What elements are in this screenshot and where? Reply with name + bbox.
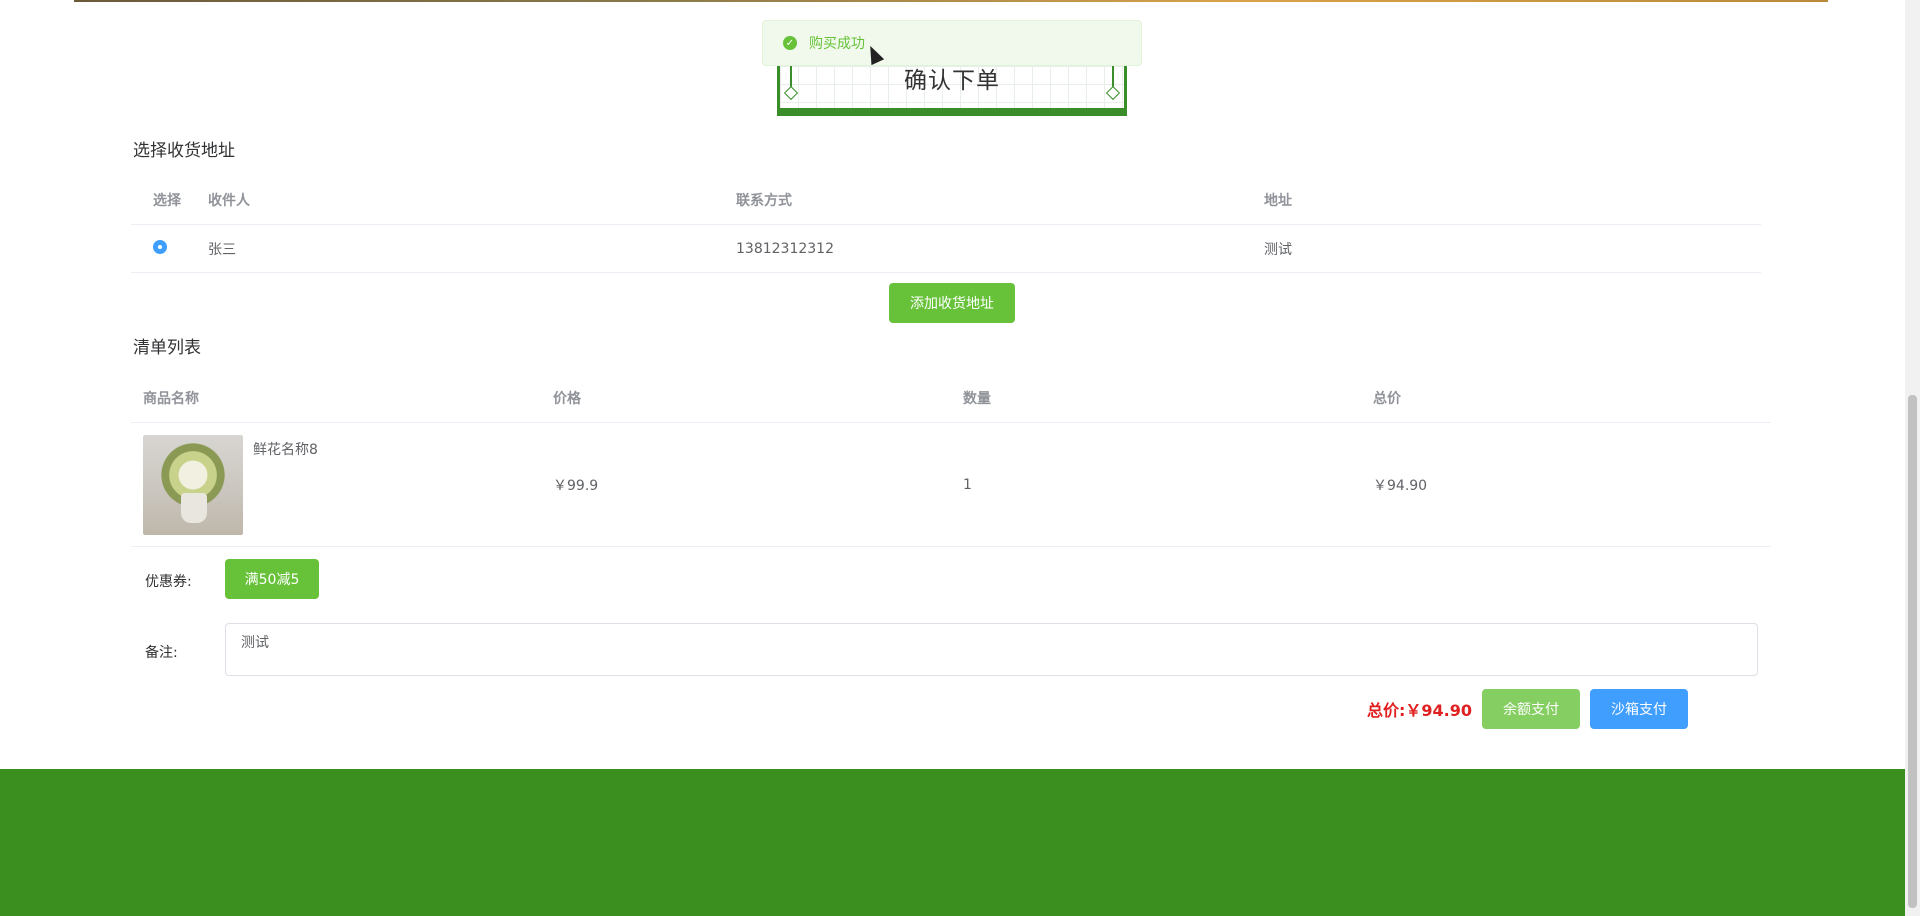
address-section-title: 选择收货地址 bbox=[133, 141, 235, 161]
page-scrollbar[interactable] bbox=[1905, 0, 1920, 916]
col-quantity: 数量 bbox=[953, 374, 1363, 423]
col-product: 商品名称 bbox=[131, 374, 543, 423]
address-table: 选择 收件人 联系方式 地址 张三 13812312312 测试 bbox=[131, 176, 1761, 273]
product-image bbox=[143, 434, 243, 535]
product-total: ￥94.90 bbox=[1363, 422, 1771, 547]
recipient-phone: 13812312312 bbox=[726, 224, 1254, 273]
order-section-title: 清单列表 bbox=[133, 338, 201, 358]
product-name: 鲜花名称8 bbox=[253, 441, 318, 458]
coupon-label: 优惠券: bbox=[145, 574, 192, 590]
toast-message: 购买成功 bbox=[809, 36, 865, 52]
add-address-button[interactable]: 添加收货地址 bbox=[889, 283, 1015, 323]
total-value: ￥94.90 bbox=[1405, 701, 1473, 720]
table-row: 鲜花名称8 ￥99.9 1 ￥94.90 bbox=[131, 422, 1771, 547]
address-radio[interactable] bbox=[153, 239, 167, 254]
order-table: 商品名称 价格 数量 总价 鲜花名称8 ￥99.9 1 ￥94.90 bbox=[131, 374, 1771, 547]
total-label: 总价: bbox=[1367, 701, 1406, 720]
balance-pay-button[interactable]: 余额支付 bbox=[1482, 689, 1580, 729]
sandbox-pay-button[interactable]: 沙箱支付 bbox=[1590, 689, 1688, 729]
recipient-name: 张三 bbox=[198, 224, 726, 273]
table-row[interactable]: 张三 13812312312 测试 bbox=[131, 224, 1761, 273]
page-title: 确认下单 bbox=[904, 68, 1000, 94]
product-quantity: 1 bbox=[953, 422, 1363, 547]
col-total: 总价 bbox=[1363, 374, 1771, 423]
recipient-address: 测试 bbox=[1254, 224, 1761, 273]
remark-label: 备注: bbox=[145, 645, 178, 661]
remark-textarea[interactable]: 测试 bbox=[225, 623, 1758, 676]
address-radio-cell[interactable] bbox=[131, 224, 198, 273]
scrollbar-thumb[interactable] bbox=[1908, 395, 1917, 908]
col-select: 选择 bbox=[131, 176, 198, 225]
product-cell: 鲜花名称8 bbox=[131, 422, 543, 547]
col-price: 价格 bbox=[543, 374, 953, 423]
coupon-button[interactable]: 满50减5 bbox=[225, 559, 319, 599]
product-price: ￥99.9 bbox=[543, 422, 953, 547]
order-total: 总价:￥94.90 bbox=[1367, 697, 1472, 721]
check-circle-icon: ✓ bbox=[783, 36, 797, 50]
col-phone: 联系方式 bbox=[726, 176, 1254, 225]
top-banner bbox=[74, 0, 1828, 2]
col-address: 地址 bbox=[1254, 176, 1761, 225]
page-footer bbox=[0, 769, 1905, 916]
success-toast: ✓ 购买成功 bbox=[762, 20, 1142, 66]
col-recipient: 收件人 bbox=[198, 176, 726, 225]
